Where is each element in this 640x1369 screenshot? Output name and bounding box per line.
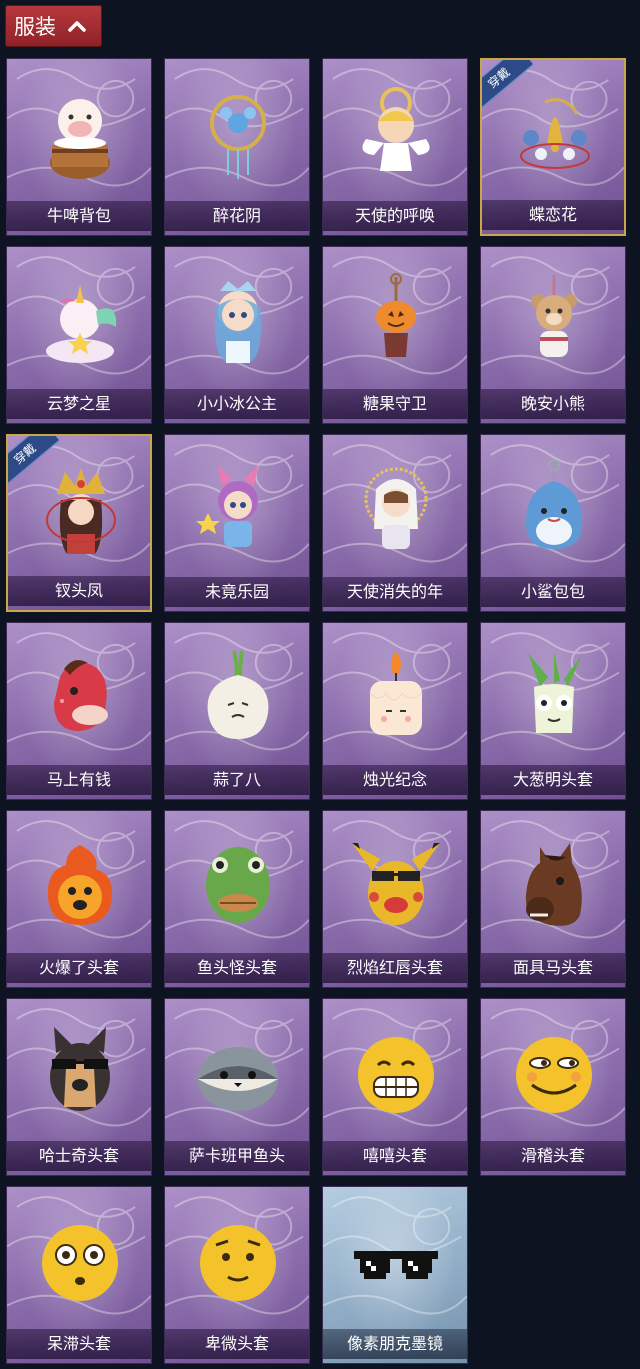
costume-name: 嘻嘻头套 xyxy=(323,1141,467,1171)
costume-card[interactable]: 马上有钱 xyxy=(6,622,152,800)
red-horse-head-icon xyxy=(30,647,130,747)
category-title: 服装 xyxy=(14,15,56,39)
costume-card[interactable]: 蒜了八 xyxy=(164,622,310,800)
halo-angel-icon xyxy=(346,459,446,559)
pumpkin-pendant-icon xyxy=(346,271,446,371)
costume-card[interactable]: 云梦之星 xyxy=(6,246,152,424)
chevron-up-icon xyxy=(66,18,88,34)
costume-name: 萨卡班甲鱼头 xyxy=(165,1141,309,1171)
costume-name: 天使的呼唤 xyxy=(323,201,467,231)
costume-name: 马上有钱 xyxy=(7,765,151,795)
horse-mask-icon xyxy=(504,835,604,935)
costume-name: 蒜了八 xyxy=(165,765,309,795)
costume-card[interactable]: 卑微头套 xyxy=(164,1186,310,1364)
costume-name: 像素朋克墨镜 xyxy=(323,1329,467,1359)
costume-card[interactable]: 萨卡班甲鱼头 xyxy=(164,998,310,1176)
husky-mask-icon xyxy=(30,1023,130,1123)
unicorn-cloud-icon xyxy=(30,271,130,371)
fire-head-icon xyxy=(30,835,130,935)
costume-card[interactable]: 醉花阴 xyxy=(164,58,310,236)
ice-princess-icon xyxy=(188,271,288,371)
costume-card[interactable]: 呆滞头套 xyxy=(6,1186,152,1364)
costume-name: 火爆了头套 xyxy=(7,953,151,983)
costume-card[interactable]: 糖果守卫 xyxy=(322,246,468,424)
costume-name: 小鲨包包 xyxy=(481,577,625,607)
costume-card[interactable]: 烈焰红唇头套 xyxy=(322,810,468,988)
costume-name: 钗头凤 xyxy=(8,576,150,606)
dazed-emoji-head-icon xyxy=(30,1211,130,1311)
costume-name: 牛啤背包 xyxy=(7,201,151,231)
costume-card[interactable]: 天使消失的年 xyxy=(322,434,468,612)
shark-bag-icon xyxy=(504,459,604,559)
costume-card[interactable]: 像素朋克墨镜 xyxy=(322,1186,468,1364)
costume-card[interactable]: 鱼头怪头套 xyxy=(164,810,310,988)
costume-grid: 牛啤背包 醉花阴 天使的呼唤 穿戴 蝶恋花云梦之星 小小冰公主 糖果守卫 晚安小熊穿戴 钗头凤未… xyxy=(6,58,626,1364)
scallion-head-icon xyxy=(504,647,604,747)
costume-card[interactable]: 面具马头套 xyxy=(480,810,626,988)
angel-doll-icon xyxy=(346,83,446,183)
costume-category-tab[interactable]: 服装 xyxy=(5,5,102,47)
costume-card[interactable]: 穿戴 钗头凤 xyxy=(6,434,152,612)
costume-card[interactable]: 牛啤背包 xyxy=(6,58,152,236)
costume-card[interactable]: 小鲨包包 xyxy=(480,434,626,612)
costume-name: 云梦之星 xyxy=(7,389,151,419)
costume-name: 醉花阴 xyxy=(165,201,309,231)
fish-mask-icon xyxy=(188,835,288,935)
costume-name: 糖果守卫 xyxy=(323,389,467,419)
costume-name: 晚安小熊 xyxy=(481,389,625,419)
costume-card[interactable]: 穿戴 蝶恋花 xyxy=(480,58,626,236)
costume-name: 蝶恋花 xyxy=(482,200,624,230)
costume-name: 滑稽头套 xyxy=(481,1141,625,1171)
costume-name: 天使消失的年 xyxy=(323,577,467,607)
costume-name: 烈焰红唇头套 xyxy=(323,953,467,983)
costume-card[interactable]: 火爆了头套 xyxy=(6,810,152,988)
costume-card[interactable]: 哈士奇头套 xyxy=(6,998,152,1176)
costume-name: 鱼头怪头套 xyxy=(165,953,309,983)
grin-emoji-head-icon xyxy=(346,1023,446,1123)
cow-beer-barrel-icon xyxy=(30,83,130,183)
costume-name: 哈士奇头套 xyxy=(7,1141,151,1171)
costume-card[interactable]: 天使的呼唤 xyxy=(322,58,468,236)
jester-girl-icon xyxy=(188,459,288,559)
costume-name: 卑微头套 xyxy=(165,1329,309,1359)
costume-name: 烛光纪念 xyxy=(323,765,467,795)
candle-head-icon xyxy=(346,647,446,747)
costume-name: 面具马头套 xyxy=(481,953,625,983)
phoenix-crown-icon xyxy=(31,460,131,560)
garlic-head-icon xyxy=(188,647,288,747)
costume-card[interactable]: 滑稽头套 xyxy=(480,998,626,1176)
costume-name: 呆滞头套 xyxy=(7,1329,151,1359)
yellow-mouse-mask-icon xyxy=(346,835,446,935)
flower-dreamcatcher-icon xyxy=(188,83,288,183)
butterfly-bell-icon xyxy=(505,84,605,184)
funny-emoji-head-icon xyxy=(504,1023,604,1123)
costume-card[interactable]: 烛光纪念 xyxy=(322,622,468,800)
costume-name: 未竟乐园 xyxy=(165,577,309,607)
costume-card[interactable]: 晚安小熊 xyxy=(480,246,626,424)
costume-name: 小小冰公主 xyxy=(165,389,309,419)
costume-card[interactable]: 小小冰公主 xyxy=(164,246,310,424)
sacabambaspis-head-icon xyxy=(188,1023,288,1123)
costume-card[interactable]: 嘻嘻头套 xyxy=(322,998,468,1176)
costume-card[interactable]: 未竟乐园 xyxy=(164,434,310,612)
costume-card[interactable]: 大葱明头套 xyxy=(480,622,626,800)
bear-pendant-icon xyxy=(504,271,604,371)
humble-emoji-head-icon xyxy=(188,1211,288,1311)
costume-name: 大葱明头套 xyxy=(481,765,625,795)
pixel-sunglasses-icon xyxy=(346,1211,446,1311)
